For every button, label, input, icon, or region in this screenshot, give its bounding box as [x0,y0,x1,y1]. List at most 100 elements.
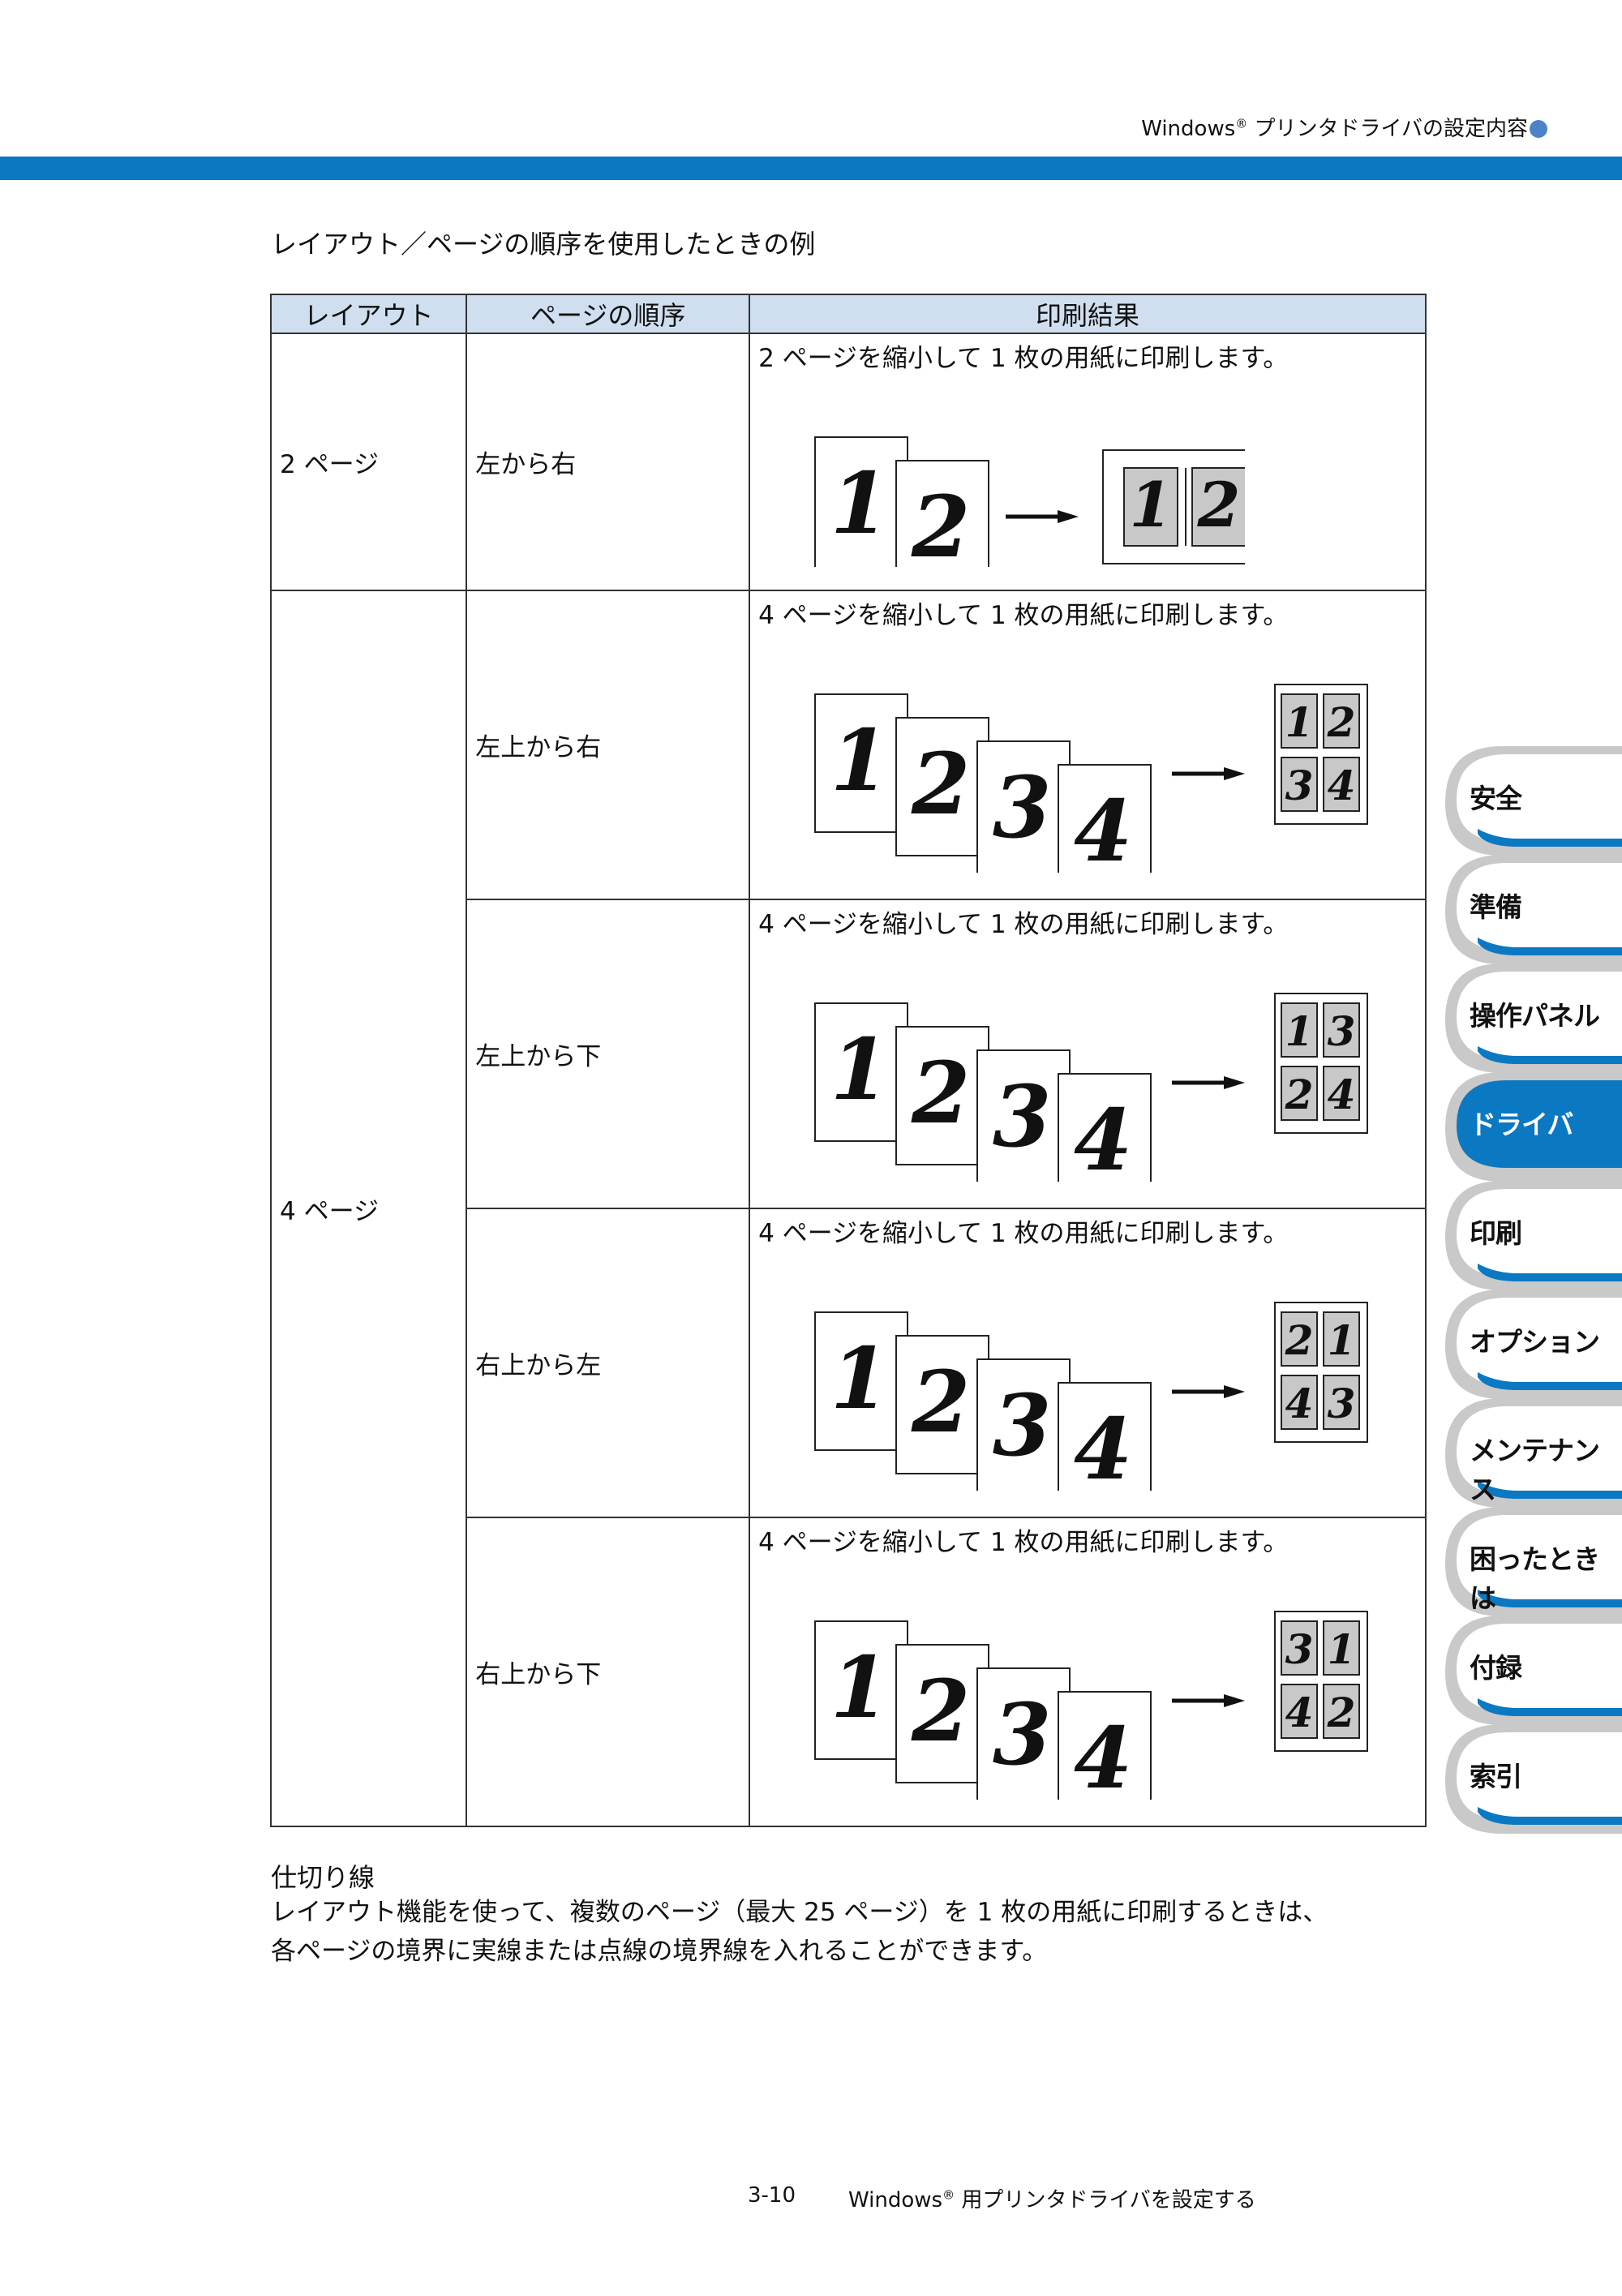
source-page: 4 [1058,764,1152,873]
mini-page-number: 1 [1285,698,1314,746]
divider-title: 仕切り線 [271,1862,375,1893]
layout-diagram: 1212 [814,436,1246,567]
source-page: 3 [976,740,1071,873]
header-reg: ® [1235,116,1248,131]
table-header-row: レイアウト ページの順序 印刷結果 [269,294,1427,334]
page-number: 4 [1074,781,1132,873]
mini-page-number: 3 [1285,1625,1314,1673]
mini-page-number: 2 [1327,698,1356,746]
source-page: 3 [976,1667,1071,1800]
source-page: 1 [814,1311,909,1451]
layout-cell: 2 ページ [269,333,468,591]
order-cell: 左上から右 [466,590,751,900]
divider-text: レイアウト機能を使って、複数のページ（最大 25 ページ）を 1 枚の用紙に印刷… [271,1893,1328,1971]
page-number: 1 [830,453,889,553]
bullet-dot-icon [1530,120,1547,138]
page-number: 2 [911,1661,970,1761]
source-page: 1 [814,436,909,567]
page-number: 3 [993,757,1051,857]
order-cell: 右上から下 [466,1517,751,1827]
tab-label: 困ったときは [1470,1543,1600,1614]
layout-diagram: 1 2 3 41 23 4 [814,684,1369,873]
mini-page-number: 1 [1130,469,1173,541]
result-cell: 4 ページを縮小して 1 枚の用紙に印刷します。 12341234 [749,590,1427,900]
footer-title: Windows® 用プリンタドライバを設定する [848,2183,1256,2213]
page-number: 1 [830,1637,889,1737]
page-number: 2 [911,1352,970,1452]
page-number: 1 [830,710,889,810]
mini-page-number: 2 [1285,1071,1314,1118]
mini-page-number: 3 [1328,1380,1356,1427]
tab-label: 安全 [1470,783,1522,814]
mini-page-number: 3 [1328,1007,1356,1055]
source-page: 1 [814,1620,909,1760]
divider-line-2: 各ページの境界に実線または点線の境界線を入れることができます。 [271,1937,1048,1966]
layout-diagram: 1 2 3 41 32 4 [814,993,1369,1182]
source-page: 2 [895,1026,990,1165]
tab-driver[interactable]: ドライバ [1445,1072,1622,1182]
layout-table: レイアウト ページの順序 印刷結果 2 ページ 左から右 2 ページを縮小して … [269,294,1427,1827]
mini-page-number: 2 [1327,1689,1356,1736]
running-header: Windows® プリンタドライバの設定内容 [1141,112,1547,142]
tab-setup[interactable]: 準備 [1445,855,1622,964]
footer-reg: ® [942,2187,955,2203]
source-page: 4 [1058,1382,1152,1491]
source-page: 4 [1058,1073,1152,1182]
table-row: 4 ページ 左上から右 4 ページを縮小して 1 枚の用紙に印刷します。 123… [269,590,1427,1827]
arrow-head-icon [1058,510,1079,523]
order-cell: 右上から左 [466,1208,751,1518]
result-desc: 4 ページを縮小して 1 枚の用紙に印刷します。 [758,601,1289,630]
footer-brand: Windows [848,2188,943,2212]
layout-diagram: 1 2 3 42 14 3 [814,1302,1369,1491]
order-cell: 左から右 [466,333,751,591]
tab-troubleshooting[interactable]: 困ったときは [1445,1507,1622,1616]
tab-control-panel[interactable]: 操作パネル [1445,963,1622,1073]
page-number: 2 [911,734,970,834]
arrow-head-icon [1224,1694,1246,1707]
mini-page-number: 4 [1328,762,1356,809]
header-brand: Windows [1141,117,1236,141]
section-title: レイアウト／ページの順序を使用したときの例 [271,229,816,260]
mini-page-number: 3 [1285,762,1314,809]
tab-maintenance[interactable]: メンテナンス [1445,1398,1622,1508]
result-cell: 4 ページを縮小して 1 枚の用紙に印刷します。 12343142 [749,1517,1427,1827]
footer-title-text: 用プリンタドライバを設定する [955,2188,1256,2212]
arrow-head-icon [1224,767,1246,780]
source-page: 2 [895,1644,990,1783]
tab-label: 準備 [1470,891,1522,923]
result-desc: 4 ページを縮小して 1 枚の用紙に印刷します。 [758,1528,1289,1557]
result-cell: 4 ページを縮小して 1 枚の用紙に印刷します。 12342143 [749,1208,1427,1518]
page-number: 1 [830,1019,889,1119]
layout-cell: 4 ページ [269,590,468,1827]
tab-label: 付録 [1470,1652,1522,1684]
mini-page-number: 2 [1285,1316,1314,1364]
tab-safety[interactable]: 安全 [1445,746,1622,856]
tab-options[interactable]: オプション [1445,1290,1622,1399]
tab-label: 印刷 [1470,1217,1522,1249]
layout-diagram: 1 2 3 43 14 2 [814,1611,1369,1800]
tab-index[interactable]: 索引 [1445,1724,1622,1834]
page-number: 3 [993,1375,1051,1475]
arrow-head-icon [1224,1076,1246,1089]
mini-page-number: 2 [1197,469,1241,541]
header-bar [0,157,1622,180]
tab-appendix[interactable]: 付録 [1445,1616,1622,1725]
result-desc: 2 ページを縮小して 1 枚の用紙に印刷します。 [758,344,1289,373]
header-title: プリンタドライバの設定内容 [1247,117,1529,141]
page-number: 1 [830,1328,889,1428]
page-number: 4 [1074,1399,1132,1491]
tab-label: オプション [1470,1326,1600,1358]
page-number: 3 [993,1684,1051,1784]
result-desc: 4 ページを縮小して 1 枚の用紙に印刷します。 [758,1219,1289,1248]
page-number: 4 [1074,1090,1132,1182]
mini-page-number: 4 [1285,1380,1314,1427]
order-cell: 左上から下 [466,899,751,1209]
source-page: 4 [1058,1691,1152,1800]
page-number: 4 [1074,1708,1132,1800]
tab-print[interactable]: 印刷 [1445,1181,1622,1290]
tab-label: 操作パネル [1470,1000,1600,1032]
mini-page-number: 1 [1285,1007,1314,1055]
divider-line-1: レイアウト機能を使って、複数のページ（最大 25 ページ）を 1 枚の用紙に印刷… [271,1898,1328,1927]
tab-label: ドライバ [1470,1109,1573,1140]
footer-page-number: 3-10 [748,2183,796,2208]
